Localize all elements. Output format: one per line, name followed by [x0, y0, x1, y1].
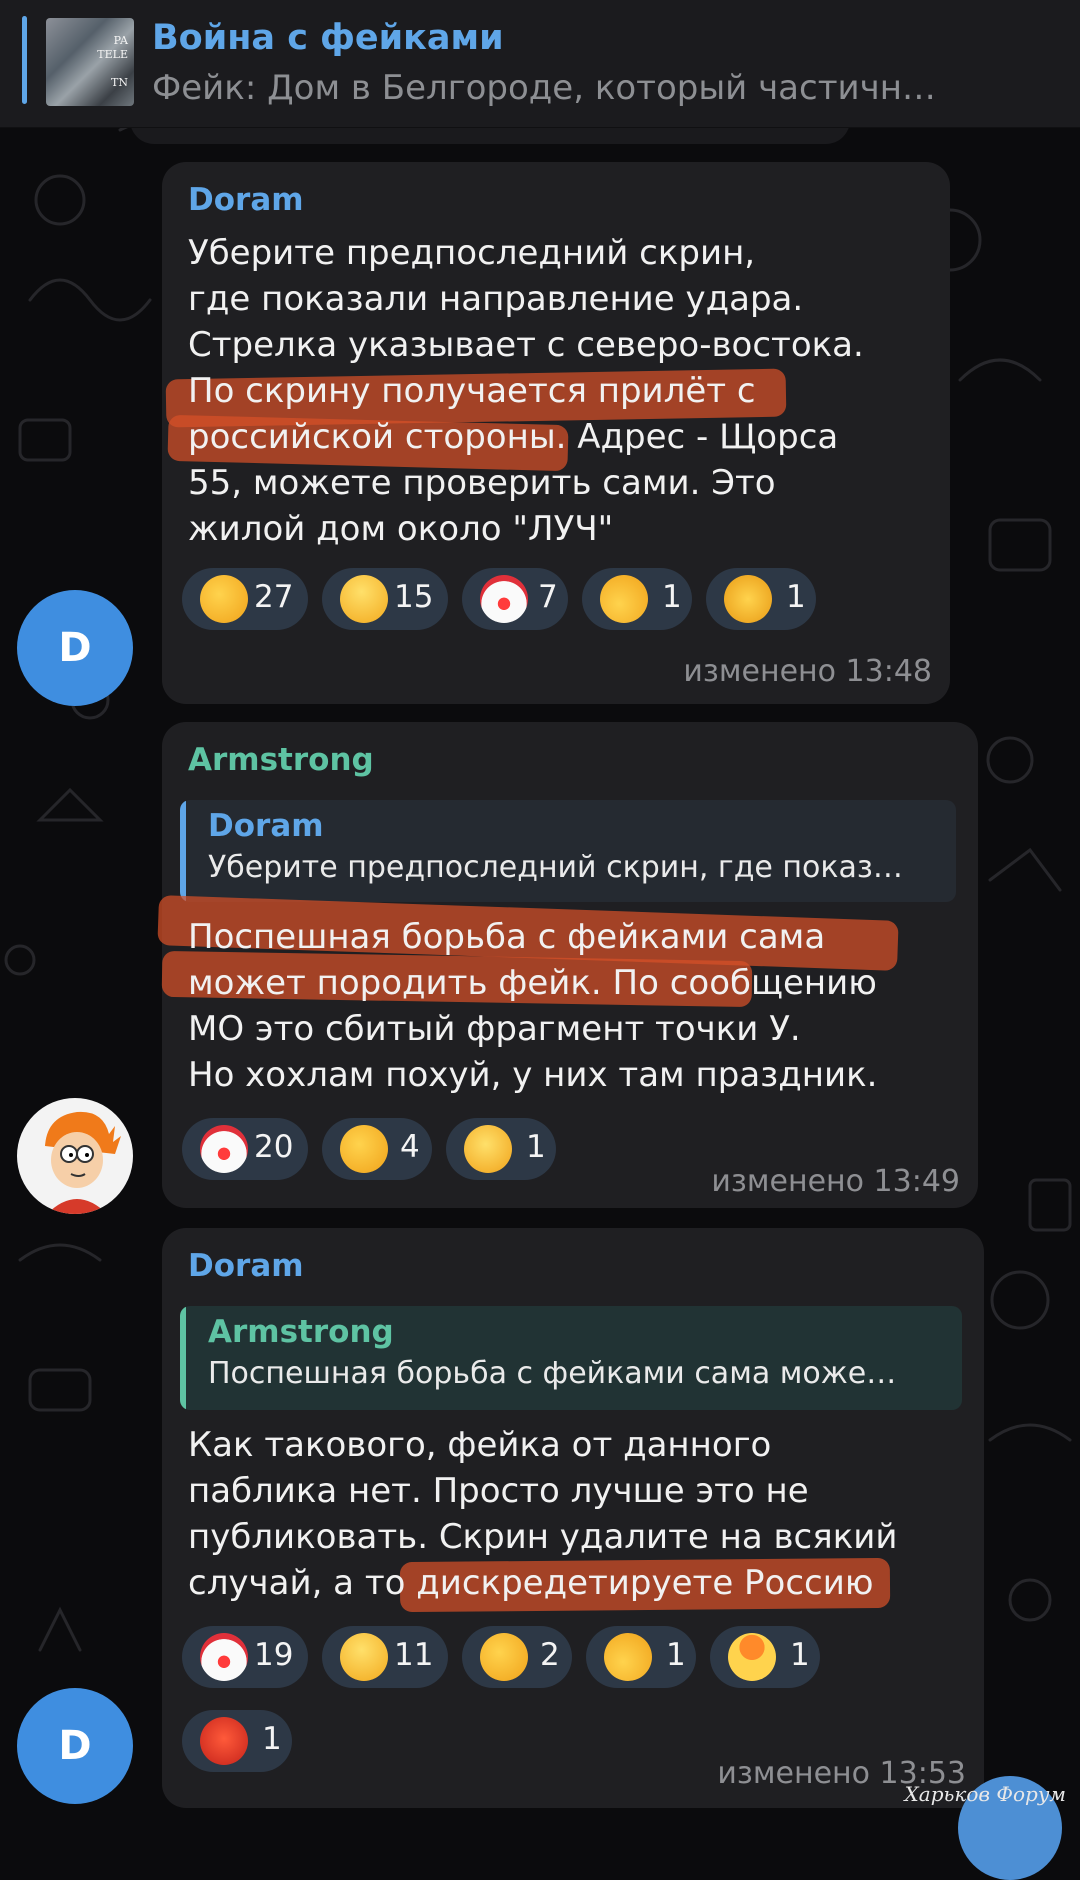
thumbs-down-icon	[604, 1633, 652, 1681]
clapping-hands-icon	[724, 575, 772, 623]
thumbs-up-icon	[340, 1125, 388, 1173]
message-bubble[interactable]: Armstrong Doram Уберите предпоследний ск…	[157, 722, 978, 1208]
reaction-raised-eyebrow-face[interactable]: 1	[446, 1118, 556, 1180]
pinned-message-bar[interactable]: PA TELE TN Война с фейками Фейк: Дом в Б…	[0, 0, 1080, 128]
reply-text: Поспешная борьба с фейками сама може…	[208, 1356, 897, 1391]
exploding-head-icon	[728, 1633, 776, 1681]
reaction-swearing-face[interactable]: 1	[182, 1710, 292, 1772]
reaction-count: 2	[540, 1637, 560, 1673]
reaction-count: 1	[526, 1129, 546, 1165]
message-bubble[interactable]: Doram Уберите предпоследний скрин, где п…	[162, 162, 950, 704]
pinned-title: Война с фейками	[152, 18, 504, 58]
reaction-clown-face[interactable]: 19	[182, 1626, 308, 1688]
fry-avatar-icon	[45, 1111, 121, 1214]
reply-accent-bar	[180, 1306, 186, 1410]
message-edited-time: изменено 13:49	[711, 1164, 960, 1199]
thumbs-down-icon	[600, 575, 648, 623]
reply-author: Doram	[208, 808, 324, 844]
reaction-clown-face[interactable]: 7	[462, 568, 568, 630]
reaction-count: 20	[254, 1129, 294, 1165]
reaction-count: 1	[662, 579, 682, 615]
message-author[interactable]: Armstrong	[188, 742, 374, 778]
grinning-face-icon	[340, 1633, 388, 1681]
pinned-thumbnail-text: PA TELE TN	[97, 34, 128, 89]
reaction-thumbs-up[interactable]: 4	[322, 1118, 432, 1180]
reaction-count: 19	[254, 1637, 294, 1673]
message-text: Поспешная борьба с фейками сама может по…	[188, 917, 878, 1095]
pinned-accent-bar	[22, 16, 27, 104]
reaction-count: 1	[666, 1637, 686, 1673]
clown-face-icon	[200, 1633, 248, 1681]
reaction-count: 1	[262, 1721, 282, 1757]
reaction-grinning-face[interactable]: 11	[322, 1626, 448, 1688]
reply-text: Уберите предпоследний скрин, где показ…	[208, 850, 903, 885]
pinned-subtitle: Фейк: Дом в Белгороде, который частичн…	[152, 68, 936, 108]
reply-author: Armstrong	[208, 1314, 394, 1350]
reaction-count: 1	[786, 579, 806, 615]
reaction-count: 15	[394, 579, 434, 615]
raised-eyebrow-face-icon	[464, 1125, 512, 1173]
avatar-initial: D	[58, 625, 92, 671]
reaction-exploding-head[interactable]: 1	[710, 1626, 820, 1688]
reaction-thumbs-down[interactable]: 1	[582, 568, 692, 630]
reply-quote[interactable]: Armstrong Поспешная борьба с фейками сам…	[180, 1306, 962, 1410]
avatar-initial: D	[58, 1723, 92, 1769]
reply-quote[interactable]: Doram Уберите предпоследний скрин, где п…	[180, 800, 956, 902]
reaction-clapping-hands[interactable]: 1	[706, 568, 816, 630]
reaction-count: 27	[254, 579, 294, 615]
message-text: Уберите предпоследний скрин, где показал…	[188, 233, 864, 549]
message-author[interactable]: Doram	[188, 182, 304, 218]
pinned-thumbnail: PA TELE TN	[46, 18, 134, 106]
reaction-count: 1	[790, 1637, 810, 1673]
reaction-count: 7	[538, 579, 558, 615]
clown-face-icon	[480, 575, 528, 623]
user-avatar[interactable]: D	[17, 1688, 133, 1804]
reply-accent-bar	[180, 800, 186, 902]
reaction-clown-face[interactable]: 20	[182, 1118, 308, 1180]
message-edited-time: изменено 13:48	[683, 654, 932, 689]
reaction-thumbs-down[interactable]: 1	[586, 1626, 696, 1688]
reaction-thumbs-up[interactable]: 27	[182, 568, 308, 630]
user-avatar[interactable]: D	[17, 590, 133, 706]
user-avatar[interactable]	[17, 1098, 133, 1214]
grinning-face-icon	[340, 575, 388, 623]
message-bubble[interactable]: Doram Armstrong Поспешная борьба с фейка…	[162, 1228, 984, 1808]
thumbs-up-icon	[200, 575, 248, 623]
watermark-text: Харьков Форум	[904, 1782, 1066, 1806]
reaction-grinning-face[interactable]: 15	[322, 568, 448, 630]
message-text: Как такового, фейка от данного паблика н…	[188, 1425, 898, 1603]
swearing-face-icon	[200, 1717, 248, 1765]
message-author[interactable]: Doram	[188, 1248, 304, 1284]
reaction-count: 11	[394, 1637, 434, 1673]
reaction-thumbs-up[interactable]: 2	[462, 1626, 572, 1688]
reaction-count: 4	[400, 1129, 420, 1165]
clown-face-icon	[200, 1125, 248, 1173]
thumbs-up-icon	[480, 1633, 528, 1681]
